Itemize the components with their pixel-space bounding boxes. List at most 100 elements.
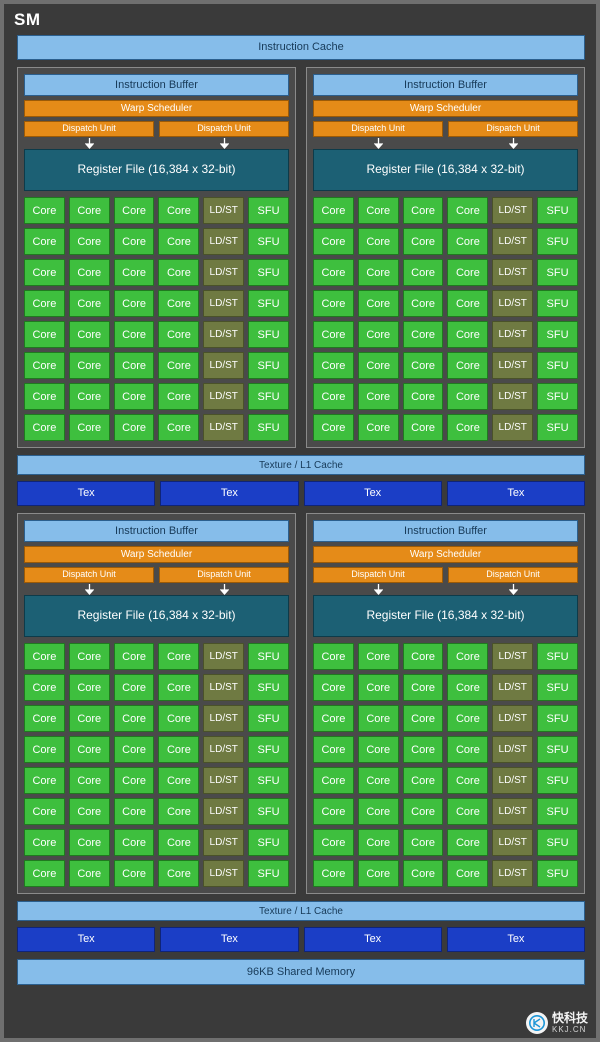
core-unit: Core xyxy=(447,643,489,670)
tex-unit: Tex xyxy=(160,481,299,506)
sm-diagram: SM Instruction Cache Instruction Buffer … xyxy=(0,0,600,1042)
core-unit: Core xyxy=(158,705,200,732)
core-row: Core Core Core Core LD/ST SFU xyxy=(24,736,289,763)
sfu-unit: SFU xyxy=(248,414,289,441)
dispatch-unit-1b: Dispatch Unit xyxy=(159,121,289,137)
core-row: Core Core Core Core LD/ST SFU xyxy=(313,352,578,379)
core-row: Core Core Core Core LD/ST SFU xyxy=(313,643,578,670)
core-unit: Core xyxy=(447,197,489,224)
ldst-unit: LD/ST xyxy=(203,736,245,763)
processing-block-3: Instruction Buffer Warp Scheduler Dispat… xyxy=(17,513,296,894)
core-row: Core Core Core Core LD/ST SFU xyxy=(24,259,289,286)
ldst-unit: LD/ST xyxy=(203,197,245,224)
sm-title: SM xyxy=(14,10,41,29)
core-unit: Core xyxy=(447,829,489,856)
core-unit: Core xyxy=(158,829,200,856)
dispatch-unit-row-3: Dispatch Unit Dispatch Unit xyxy=(24,567,289,583)
tex-unit: Tex xyxy=(303,927,442,952)
ldst-unit: LD/ST xyxy=(492,259,534,286)
sfu-unit: SFU xyxy=(248,736,289,763)
core-unit: Core xyxy=(357,259,399,286)
sfu-unit: SFU xyxy=(537,197,578,224)
ldst-unit: LD/ST xyxy=(492,228,534,255)
tex-unit: Tex xyxy=(303,481,442,506)
core-unit: Core xyxy=(68,705,110,732)
core-unit: Core xyxy=(68,197,110,224)
core-row: Core Core Core Core LD/ST SFU xyxy=(313,767,578,794)
ldst-unit: LD/ST xyxy=(492,767,534,794)
core-unit: Core xyxy=(402,767,444,794)
core-row: Core Core Core Core LD/ST SFU xyxy=(313,228,578,255)
core-unit: Core xyxy=(24,197,65,224)
core-unit: Core xyxy=(357,352,399,379)
core-row: Core Core Core Core LD/ST SFU xyxy=(313,259,578,286)
sfu-unit: SFU xyxy=(248,321,289,348)
warp-scheduler-1: Warp Scheduler xyxy=(24,100,289,117)
core-unit: Core xyxy=(447,674,489,701)
ldst-unit: LD/ST xyxy=(492,643,534,670)
core-unit: Core xyxy=(113,643,155,670)
core-unit: Core xyxy=(313,643,354,670)
dispatch-unit-3b: Dispatch Unit xyxy=(159,567,289,583)
core-unit: Core xyxy=(113,860,155,887)
core-unit: Core xyxy=(158,860,200,887)
core-unit: Core xyxy=(357,290,399,317)
sfu-unit: SFU xyxy=(537,643,578,670)
core-unit: Core xyxy=(24,643,65,670)
core-unit: Core xyxy=(113,383,155,410)
core-row: Core Core Core Core LD/ST SFU xyxy=(313,197,578,224)
core-unit: Core xyxy=(24,705,65,732)
core-unit: Core xyxy=(24,321,65,348)
core-row: Core Core Core Core LD/ST SFU xyxy=(24,860,289,887)
tex-unit-row-bottom: Tex Tex Tex Tex xyxy=(17,927,585,952)
ldst-unit: LD/ST xyxy=(203,414,245,441)
ldst-unit: LD/ST xyxy=(492,736,534,763)
core-unit: Core xyxy=(313,197,354,224)
register-file-4: Register File (16,384 x 32-bit) xyxy=(313,595,578,637)
sfu-unit: SFU xyxy=(248,705,289,732)
ldst-unit: LD/ST xyxy=(492,383,534,410)
register-file-1: Register File (16,384 x 32-bit) xyxy=(24,149,289,191)
core-unit: Core xyxy=(357,197,399,224)
core-unit: Core xyxy=(313,705,354,732)
core-unit: Core xyxy=(158,290,200,317)
sfu-unit: SFU xyxy=(248,228,289,255)
core-unit: Core xyxy=(24,352,65,379)
core-row: Core Core Core Core LD/ST SFU xyxy=(24,643,289,670)
ldst-unit: LD/ST xyxy=(492,290,534,317)
sfu-unit: SFU xyxy=(248,383,289,410)
core-unit: Core xyxy=(313,860,354,887)
core-unit: Core xyxy=(357,829,399,856)
watermark-en: KKJ.CN xyxy=(551,1025,587,1034)
watermark-text: 快科技 KKJ.CN xyxy=(552,1012,588,1034)
core-unit: Core xyxy=(158,259,200,286)
ldst-unit: LD/ST xyxy=(203,705,245,732)
warp-scheduler-2: Warp Scheduler xyxy=(313,100,578,117)
sfu-unit: SFU xyxy=(537,736,578,763)
core-row: Core Core Core Core LD/ST SFU xyxy=(313,290,578,317)
dispatch-unit-row-4: Dispatch Unit Dispatch Unit xyxy=(313,567,578,583)
ldst-unit: LD/ST xyxy=(203,321,245,348)
core-unit: Core xyxy=(357,705,399,732)
dispatch-arrow-row-4 xyxy=(313,583,578,595)
core-unit: Core xyxy=(357,643,399,670)
ldst-unit: LD/ST xyxy=(203,383,245,410)
core-unit: Core xyxy=(68,736,110,763)
core-unit: Core xyxy=(447,705,489,732)
core-unit: Core xyxy=(357,736,399,763)
sfu-unit: SFU xyxy=(537,321,578,348)
dispatch-unit-4a: Dispatch Unit xyxy=(313,567,443,583)
instruction-buffer-4: Instruction Buffer xyxy=(313,520,578,542)
core-unit: Core xyxy=(313,352,354,379)
dispatch-unit-2a: Dispatch Unit xyxy=(313,121,443,137)
sm-inner-container: Instruction Cache Instruction Buffer War… xyxy=(17,35,585,1033)
texture-l1-cache-top: Texture / L1 Cache xyxy=(17,455,585,475)
core-row: Core Core Core Core LD/ST SFU xyxy=(313,414,578,441)
sfu-unit: SFU xyxy=(248,643,289,670)
core-unit: Core xyxy=(447,798,489,825)
sfu-unit: SFU xyxy=(248,767,289,794)
core-unit: Core xyxy=(447,259,489,286)
instruction-buffer-2: Instruction Buffer xyxy=(313,74,578,96)
ldst-unit: LD/ST xyxy=(492,414,534,441)
core-unit: Core xyxy=(24,767,65,794)
